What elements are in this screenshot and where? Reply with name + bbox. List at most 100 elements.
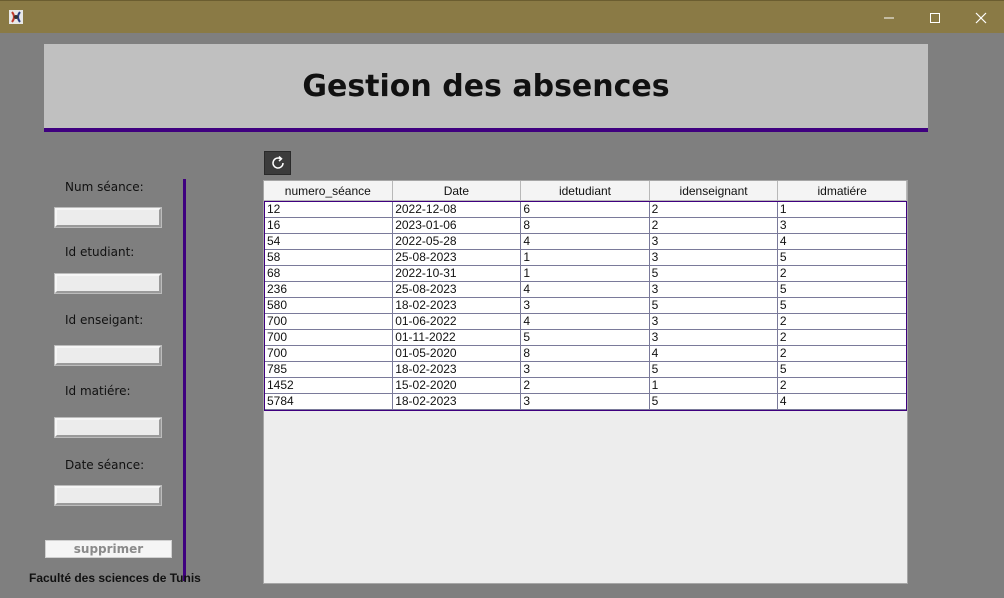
table-cell[interactable]: 4 [521,314,650,330]
table-cell[interactable]: 3 [649,314,778,330]
table-cell[interactable]: 58 [265,250,394,266]
table-cell[interactable]: 5 [649,394,778,410]
table-cell[interactable]: 4 [777,234,907,250]
id-enseignant-label: Id enseigant: [65,313,144,327]
table-cell[interactable]: 1 [777,202,907,218]
table-cell[interactable]: 6 [521,202,650,218]
table-cell[interactable]: 1 [521,266,650,282]
column-header[interactable]: numero_séance [264,181,393,201]
table-cell[interactable]: 18-02-2023 [393,394,522,410]
table-cell[interactable]: 18-02-2023 [393,362,522,378]
table-cell[interactable]: 2023-01-06 [393,218,522,234]
id-etudiant-field[interactable] [54,273,162,294]
table-cell[interactable]: 580 [265,298,394,314]
table-row[interactable]: 12 2022-12-08 6 2 1 [265,202,907,218]
table-cell[interactable]: 5 [777,298,907,314]
table-cell[interactable]: 1452 [265,378,394,394]
close-button[interactable] [958,1,1004,34]
table-cell[interactable]: 3 [521,394,650,410]
table-cell[interactable]: 2 [777,378,907,394]
table-row[interactable]: 5784 18-02-2023 3 5 4 [265,394,907,410]
table-cell[interactable]: 5 [777,362,907,378]
table-body[interactable]: 12 2022-12-08 6 2 1 16 2023-01-06 8 2 3 54 2022-05-… [264,201,907,411]
maximize-button[interactable] [912,1,958,34]
table-row[interactable]: 580 18-02-2023 3 5 5 [265,298,907,314]
table-row[interactable]: 68 2022-10-31 1 5 2 [265,266,907,282]
refresh-button[interactable] [264,151,291,175]
table-cell[interactable]: 18-02-2023 [393,298,522,314]
table-row[interactable]: 700 01-05-2020 8 4 2 [265,346,907,362]
date-seance-field[interactable] [54,485,162,506]
table-cell[interactable]: 2022-12-08 [393,202,522,218]
table-cell[interactable]: 54 [265,234,394,250]
table-cell[interactable]: 1 [521,250,650,266]
id-matiere-field[interactable] [54,417,162,438]
column-header[interactable]: idmatiére [778,181,907,201]
table-cell[interactable]: 2 [521,378,650,394]
table-cell[interactable]: 16 [265,218,394,234]
table-cell[interactable]: 2 [777,346,907,362]
table-cell[interactable]: 2 [777,266,907,282]
table-cell[interactable]: 01-06-2022 [393,314,522,330]
table-cell[interactable]: 8 [521,218,650,234]
table-cell[interactable]: 5 [777,282,907,298]
table-row[interactable]: 785 18-02-2023 3 5 5 [265,362,907,378]
table-cell[interactable]: 2 [777,314,907,330]
table-cell[interactable]: 2022-10-31 [393,266,522,282]
table-cell[interactable]: 1 [649,378,778,394]
minimize-button[interactable] [866,1,912,34]
table-cell[interactable]: 700 [265,346,394,362]
num-seance-label: Num séance: [65,180,144,194]
table-row[interactable]: 16 2023-01-06 8 2 3 [265,218,907,234]
table-cell[interactable]: 4 [777,394,907,410]
close-icon [975,12,987,23]
table-cell[interactable]: 2 [649,202,778,218]
table-cell[interactable]: 3 [649,330,778,346]
table-cell[interactable]: 700 [265,314,394,330]
table-row[interactable]: 700 01-11-2022 5 3 2 [265,330,907,346]
table-cell[interactable]: 4 [521,234,650,250]
table-cell[interactable]: 5 [521,330,650,346]
num-seance-field[interactable] [54,207,162,228]
column-header[interactable]: idenseignant [649,181,779,201]
table-cell[interactable]: 4 [649,346,778,362]
table-cell[interactable]: 12 [265,202,394,218]
table-cell[interactable]: 3 [649,234,778,250]
table-cell[interactable]: 4 [521,282,650,298]
table-cell[interactable]: 3 [521,362,650,378]
id-etudiant-label: Id etudiant: [65,245,135,259]
table-cell[interactable]: 2 [777,330,907,346]
absences-table[interactable]: numero_séance Date idetudiant idenseignant i… [263,180,908,584]
table-cell[interactable]: 3 [521,298,650,314]
table-row[interactable]: 54 2022-05-28 4 3 4 [265,234,907,250]
table-cell[interactable]: 5 [649,266,778,282]
table-cell[interactable]: 5 [649,298,778,314]
table-cell[interactable]: 3 [649,282,778,298]
column-header[interactable]: idetudiant [521,181,650,201]
header-divider [44,128,928,132]
table-cell[interactable]: 68 [265,266,394,282]
table-cell[interactable]: 236 [265,282,394,298]
column-header[interactable]: Date [392,181,522,201]
table-cell[interactable]: 5 [649,362,778,378]
table-cell[interactable]: 01-05-2020 [393,346,522,362]
table-cell[interactable]: 3 [649,250,778,266]
table-row[interactable]: 58 25-08-2023 1 3 5 [265,250,907,266]
table-cell[interactable]: 15-02-2020 [393,378,522,394]
table-cell[interactable]: 2022-05-28 [393,234,522,250]
table-cell[interactable]: 5784 [265,394,394,410]
id-enseignant-field[interactable] [54,345,162,366]
table-cell[interactable]: 2 [649,218,778,234]
table-cell[interactable]: 700 [265,330,394,346]
table-cell[interactable]: 25-08-2023 [393,250,522,266]
table-cell[interactable]: 3 [777,218,907,234]
table-cell[interactable]: 8 [521,346,650,362]
table-row[interactable]: 1452 15-02-2020 2 1 2 [265,378,907,394]
table-cell[interactable]: 5 [777,250,907,266]
table-row[interactable]: 700 01-06-2022 4 3 2 [265,314,907,330]
table-row[interactable]: 236 25-08-2023 4 3 5 [265,282,907,298]
table-cell[interactable]: 01-11-2022 [393,330,522,346]
table-cell[interactable]: 785 [265,362,394,378]
table-cell[interactable]: 25-08-2023 [393,282,522,298]
delete-button[interactable]: supprimer [45,540,172,558]
